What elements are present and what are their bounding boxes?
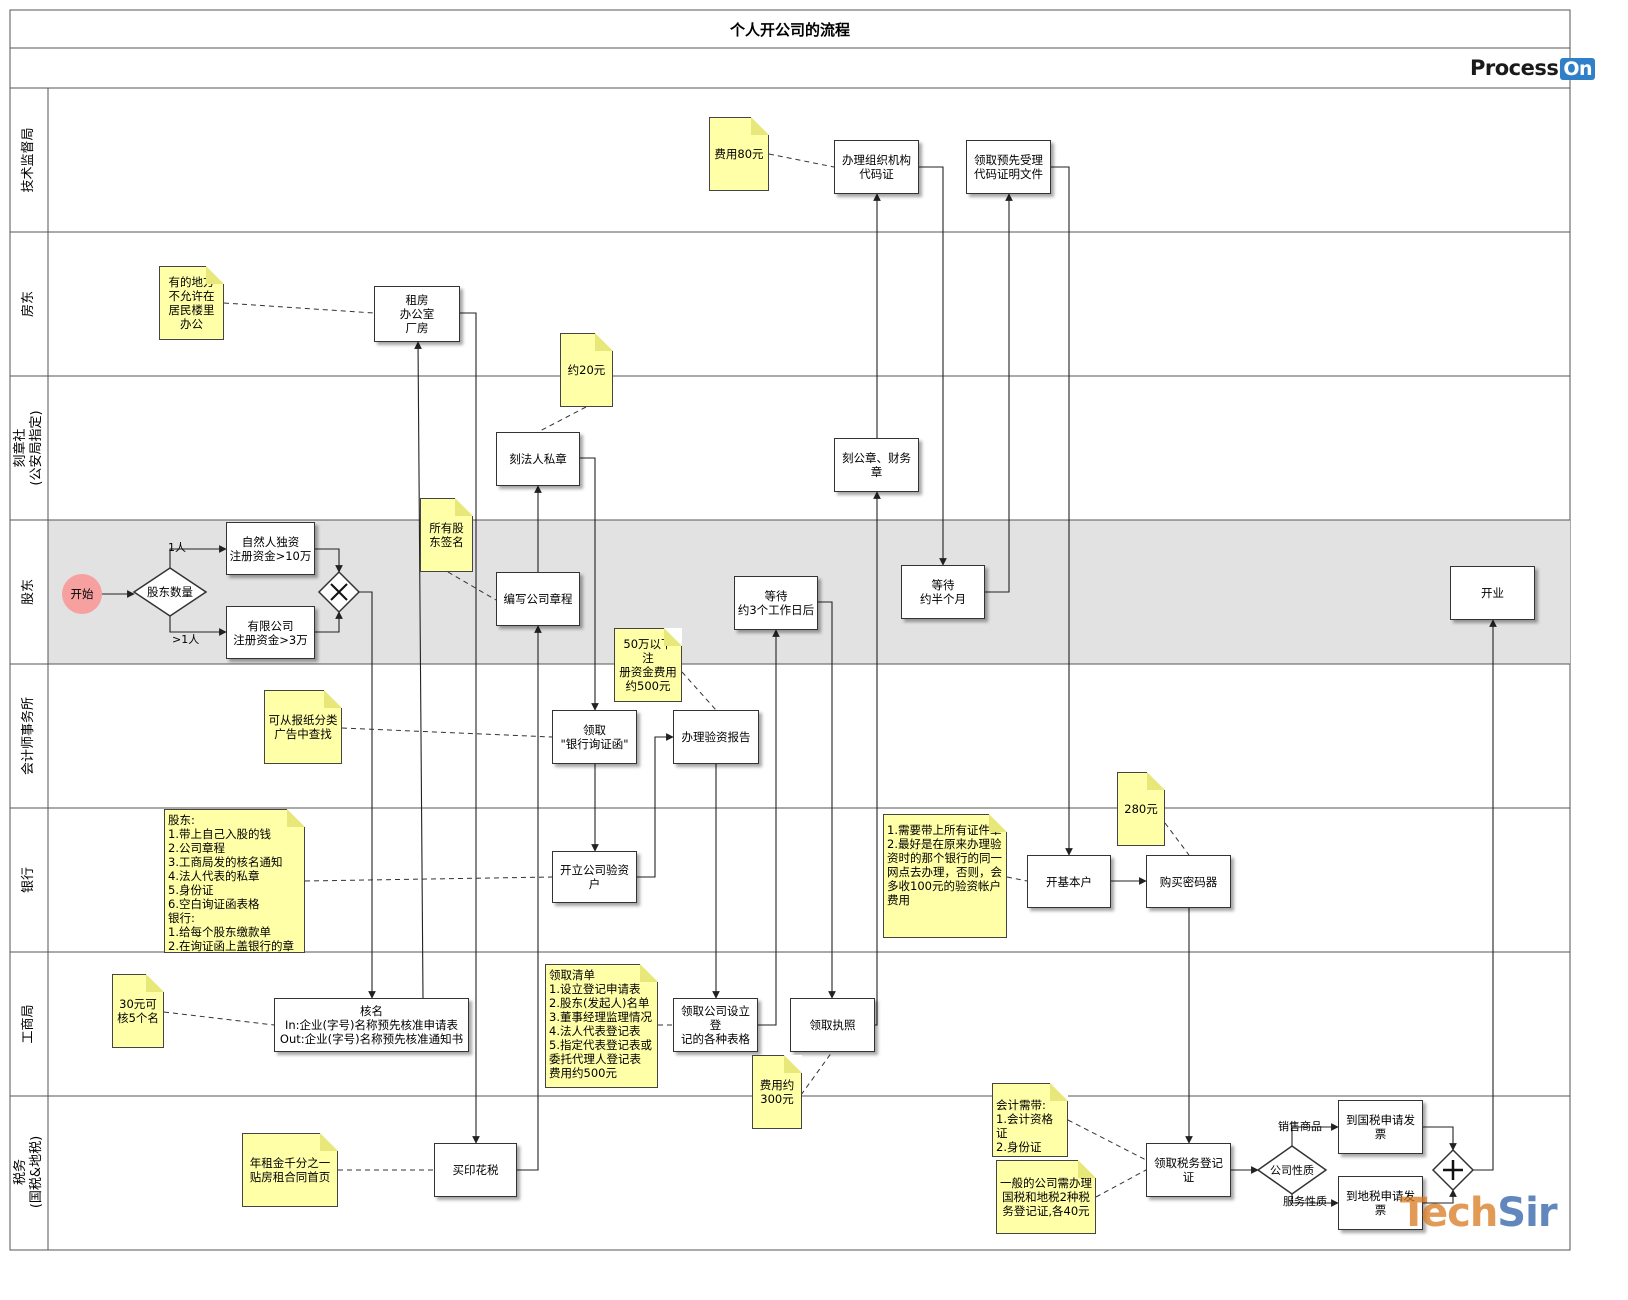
decision-company-type-label: 公司性质 [1270, 1164, 1314, 1177]
watermark-b: Sir [1497, 1190, 1557, 1236]
box-name-approval[interactable]: 核名 In:企业(字号)名称预先核准申请表 Out:企业(字号)名称预先核准通知… [274, 998, 469, 1052]
watermark-a: Tech [1400, 1190, 1498, 1236]
edge-label-sale: 销售商品 [1278, 1120, 1322, 1133]
box-pre-acceptance-cert[interactable]: 领取预先受理 代码证明文件 [966, 140, 1051, 194]
box-open-business[interactable]: 开业 [1450, 566, 1535, 620]
edge-label-more: >1人 [172, 633, 200, 646]
note-encoder-fee: 280元 [1117, 772, 1165, 846]
box-write-articles[interactable]: 编写公司章程 [496, 572, 580, 626]
lane-label-shareholder: 股东 [21, 579, 36, 606]
box-legal-person-seal[interactable]: 刻法人私章 [496, 432, 580, 486]
note-capital-fee: 50万以下注 册资金费用 约500元 [614, 628, 682, 702]
box-capital-verification[interactable]: 办理验资报告 [673, 710, 759, 764]
note-accountant: 会计需带: 1.会计资格证 2.身份证 [992, 1083, 1068, 1157]
edge-label-one: 1人 [168, 541, 186, 554]
logo-suffix: On [1560, 58, 1596, 80]
box-buy-encoder[interactable]: 购买密码器 [1146, 855, 1231, 908]
note-form-checklist: 领取清单 1.设立登记申请表 2.股东(发起人)名单 3.董事经理监理情况 4.… [545, 964, 658, 1088]
decision-shareholders-label: 股东数量 [147, 585, 193, 599]
box-buy-stamp-tax[interactable]: 买印花税 [434, 1143, 517, 1197]
lane-label-tech-supervision: 技术监督局 [21, 127, 36, 193]
note-name-count: 30元可 核5个名 [112, 974, 164, 1048]
note-newspaper: 可从报纸分类 广告中查找 [264, 690, 342, 764]
lane-label-bank: 银行 [21, 867, 36, 894]
note-basic-account-tips: 1.需要带上所有证件章 2.最好是在原来办理验 资时的那个银行的同一 网点去办理… [883, 814, 1007, 938]
box-company-seal[interactable]: 刻公章、财务 章 [834, 438, 919, 492]
techsir-watermark: TechSir [1400, 1190, 1558, 1236]
lane-label-landlord: 房东 [21, 291, 36, 318]
box-tax-registration[interactable]: 领取税务登记 证 [1146, 1143, 1231, 1197]
note-license-fee: 费用约 300元 [752, 1055, 802, 1129]
page-title: 个人开公司的流程 [729, 21, 850, 39]
note-sign: 所有股 东签名 [420, 498, 473, 572]
box-basic-account[interactable]: 开基本户 [1027, 855, 1111, 908]
lane-label-seal-shop: 刻章社 (公安局指定) [13, 410, 44, 486]
box-limited-company[interactable]: 有限公司 注册资金>3万 [226, 606, 315, 659]
box-bank-inquiry-letter[interactable]: 领取 "银行询证函" [552, 710, 637, 764]
box-wait-half-month[interactable]: 等待 约半个月 [901, 565, 985, 619]
box-open-verify-account[interactable]: 开立公司验资 户 [552, 851, 637, 903]
note-landlord: 有的地方 不允许在 居民楼里 办公 [159, 266, 224, 340]
note-rent-contract: 年租金千分之一 贴房租合同首页 [242, 1133, 338, 1207]
box-national-tax-invoice[interactable]: 到国税申请发 票 [1338, 1100, 1423, 1154]
lane-label-tax: 税务 (国税&地税) [13, 1135, 44, 1209]
box-sole-proprietor[interactable]: 自然人独资 注册资金>10万 [226, 522, 315, 575]
lane-label-business-bureau: 工商局 [21, 1004, 36, 1044]
edge-label-service: 服务性质 [1283, 1195, 1327, 1208]
box-business-license[interactable]: 领取执照 [790, 998, 875, 1052]
note-bank-checklist: 股东: 1.带上自己入股的钱 2.公司章程 3.工商局发的核名通知 4.法人代表… [164, 809, 305, 953]
start-node[interactable]: 开始 [62, 574, 102, 614]
logo-text: Process [1470, 56, 1559, 80]
box-rent-office[interactable]: 租房 办公室 厂房 [374, 286, 460, 342]
note-tax-registration-fee: 一般的公司需办理 国税和地税2种税 务登记证,各40元 [996, 1160, 1096, 1234]
box-org-code-cert[interactable]: 办理组织机构 代码证 [834, 140, 919, 194]
lane-label-accounting-firm: 会计师事务所 [21, 697, 36, 776]
processon-logo[interactable]: Process On [1470, 56, 1596, 84]
box-registration-forms[interactable]: 领取公司设立登 记的各种表格 [673, 998, 758, 1052]
note-seal-fee: 约20元 [560, 333, 613, 407]
box-wait-3-days[interactable]: 等待 约3个工作日后 [734, 576, 818, 630]
note-code-fee: 费用80元 [709, 117, 769, 191]
